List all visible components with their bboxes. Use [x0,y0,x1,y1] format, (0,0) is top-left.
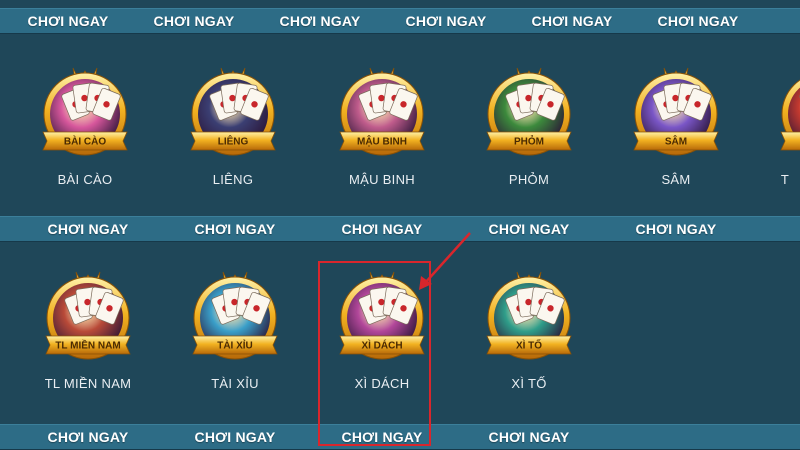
game-tile-tl-mien-nam[interactable]: TL MIỀN NAM TL MIỀN NAM [28,266,148,396]
play-now-button[interactable]: CHƠI NGAY [319,217,445,241]
play-now-button[interactable]: CHƠI NGAY [5,9,131,33]
play-now-button[interactable]: CHƠI NGAY [319,425,445,449]
play-now-button[interactable]: CHƠI NGAY [466,217,592,241]
game-xi-to-icon: XÌ TỐ [486,271,572,360]
game-name: XÌ TỐ [511,376,547,391]
game-name: LIÊNG [212,172,254,187]
play-now-button[interactable]: CHƠI NGAY [383,9,509,33]
game-name: MẬU BINH [349,172,415,187]
play-now-button[interactable]: CHƠI NGAY [613,217,739,241]
game-name: XÌ DÁCH [354,376,410,391]
game-tl-mien-nam-icon: TL MIỀN NAM [45,271,131,360]
play-now-button[interactable]: CHƠI NGAY [25,425,151,449]
game-tile-phom[interactable]: PHỎM PHỎM [469,62,589,192]
game-tile-lieng[interactable]: LIÊNG LIÊNG [173,62,293,192]
svg-text:BÀI CÀO: BÀI CÀO [64,135,106,148]
game-tile-xi-dach[interactable]: XÌ DÁCH XÌ DÁCH [322,266,442,396]
play-now-button[interactable]: CHƠI NGAY [509,9,635,33]
svg-text:PHỎM: PHỎM [514,135,544,148]
svg-text:LIÊNG: LIÊNG [218,135,249,148]
game-tile-sam[interactable]: SÂM SÂM [616,62,736,192]
play-now-button[interactable]: CHƠI NGAY [635,9,761,33]
game-name: TÀI XỈU [211,376,259,391]
svg-text:SÂM: SÂM [665,135,687,148]
svg-text:TL MIỀN NAM: TL MIỀN NAM [55,339,120,352]
svg-text:XÌ TỐ: XÌ TỐ [516,338,542,352]
play-now-button[interactable]: CHƠI NGAY [131,9,257,33]
game-tile-tai-xiu[interactable]: TÀI XỈU TÀI XỈU [175,266,295,396]
svg-text:TÀI XỈU: TÀI XỈU [217,339,253,352]
svg-text:XÌ DÁCH: XÌ DÁCH [361,339,402,352]
play-now-button[interactable]: CHƠI NGAY [466,425,592,449]
top-play-bar: CHƠI NGAY CHƠI NGAY CHƠI NGAY CHƠI NGAY … [0,8,800,34]
game-name: PHỎM [508,172,550,187]
middle-play-bar: CHƠI NGAY CHƠI NGAY CHƠI NGAY CHƠI NGAY … [0,216,800,242]
game-sam-icon: SÂM [633,67,719,156]
svg-text:MẬU BINH: MẬU BINH [357,135,407,148]
game-tile-xi-to[interactable]: XÌ TỐ XÌ TỐ [469,266,589,396]
game-tile-bai-cao[interactable]: BÀI CÀO BÀI CÀO [25,62,145,192]
play-now-button[interactable]: CHƠI NGAY [257,9,383,33]
game-phom-icon: PHỎM [486,67,572,156]
game-partial-icon [780,79,800,151]
play-now-button[interactable]: CHƠI NGAY [172,217,298,241]
game-name: BÀI CÀO [57,172,113,187]
game-xi-dach-icon: XÌ DÁCH [339,271,425,360]
game-tile-partial[interactable]: T [763,62,800,192]
game-name: SÂM [661,172,691,187]
play-now-button[interactable]: CHƠI NGAY [25,217,151,241]
game-tai-xiu-icon: TÀI XỈU [192,271,278,360]
play-now-button[interactable]: CHƠI NGAY [172,425,298,449]
game-name: T [780,172,790,187]
bottom-play-bar: CHƠI NGAY CHƠI NGAY CHƠI NGAY CHƠI NGAY [0,424,800,450]
game-name: TL MIỀN NAM [44,376,132,391]
game-lieng-icon: LIÊNG [190,67,276,156]
game-tile-mau-binh[interactable]: MẬU BINH MẬU BINH [322,62,442,192]
game-mau-binh-icon: MẬU BINH [339,67,425,156]
game-bai-cao-icon: BÀI CÀO [42,67,128,156]
